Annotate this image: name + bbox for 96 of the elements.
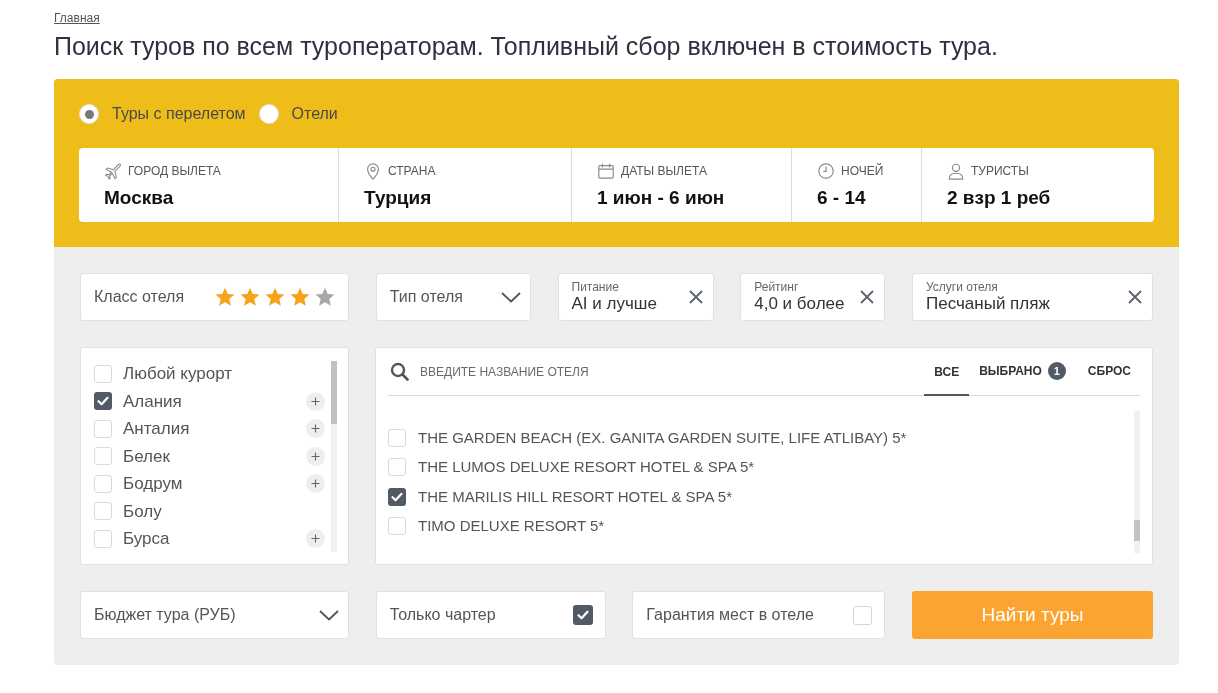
checkmark-icon bbox=[97, 396, 109, 407]
checkbox[interactable] bbox=[388, 517, 406, 536]
checkbox[interactable] bbox=[388, 487, 406, 506]
hotel-name[interactable]: TIMO DELUXE RESORT 5* bbox=[418, 515, 605, 538]
close-icon[interactable] bbox=[688, 290, 703, 304]
radio-button[interactable] bbox=[79, 104, 99, 124]
radio-label[interactable]: Туры с перелетом bbox=[112, 102, 246, 126]
resort-name[interactable]: Анталия bbox=[123, 416, 190, 442]
search-field[interactable]: ТУРИСТЫ 2 взр 1 реб bbox=[921, 148, 1154, 222]
plane-icon bbox=[104, 162, 122, 180]
radio-button[interactable] bbox=[258, 104, 279, 124]
star-icon[interactable] bbox=[239, 286, 261, 308]
star-rating[interactable] bbox=[214, 286, 336, 308]
field-label: СТРАНА bbox=[388, 163, 436, 179]
star-icon[interactable] bbox=[314, 286, 336, 308]
filter-label: Класс отеля bbox=[94, 287, 185, 307]
field-label: ДАТЫ ВЫЛЕТА bbox=[621, 163, 707, 179]
field-label: ГОРОД ВЫЛЕТА bbox=[128, 163, 221, 179]
chip-value: 4,0 и более bbox=[754, 294, 845, 314]
scrollbar[interactable] bbox=[1134, 411, 1140, 553]
checkbox[interactable] bbox=[388, 428, 406, 447]
filter-chip[interactable]: Питание AI и лучше bbox=[557, 273, 714, 321]
calendar-icon bbox=[597, 162, 615, 180]
field-label: ТУРИСТЫ bbox=[971, 163, 1029, 179]
tab[interactable]: ВЫБРАНО 1 bbox=[969, 348, 1076, 395]
budget-dropdown[interactable]: Бюджет тура (РУБ) bbox=[80, 591, 349, 639]
chip-label: Услуги отеля bbox=[926, 280, 998, 294]
radio-label[interactable]: Отели bbox=[291, 102, 338, 126]
checkmark-icon bbox=[391, 491, 403, 502]
chip-label: Рейтинг bbox=[754, 280, 799, 294]
plus-icon[interactable] bbox=[306, 419, 325, 439]
clock-icon bbox=[817, 162, 835, 180]
search-field[interactable]: ДАТЫ ВЫЛЕТА 1 июн - 6 июн bbox=[571, 148, 791, 222]
chip-value: AI и лучше bbox=[571, 294, 657, 314]
resort-name[interactable]: Алания bbox=[123, 388, 182, 414]
map-pin-icon bbox=[364, 162, 382, 180]
checkbox[interactable] bbox=[853, 605, 873, 625]
option-label[interactable]: Гарантия мест в отеле bbox=[646, 603, 814, 627]
filter-chip[interactable]: Услуги отеля Песчаный пляж bbox=[912, 273, 1153, 321]
hotel-name[interactable]: THE LUMOS DELUXE RESORT HOTEL & SPA 5* bbox=[418, 456, 755, 479]
search-field[interactable]: СТРАНА Турция bbox=[338, 148, 571, 222]
scrollbar-thumb[interactable] bbox=[1134, 520, 1140, 541]
search-icon[interactable] bbox=[390, 362, 409, 381]
field-value: 6 - 14 bbox=[817, 186, 866, 210]
star-icon[interactable] bbox=[289, 286, 311, 308]
resort-name[interactable]: Бурса bbox=[123, 526, 170, 552]
tab[interactable]: ВСЕ bbox=[924, 348, 970, 396]
checkbox[interactable] bbox=[388, 458, 406, 477]
page-title: Поиск туров по всем туроператорам. Топливный сбор включен в стоимость тура. bbox=[54, 31, 998, 61]
chip-label: Питание bbox=[571, 280, 619, 294]
star-icon[interactable] bbox=[214, 286, 236, 308]
chip-value: Песчаный пляж bbox=[926, 294, 1050, 314]
checkbox[interactable] bbox=[94, 502, 112, 521]
hotel-name[interactable]: THE GARDEN BEACH (EX. GANITA GARDEN SUITE, LIFE ATLIBAY) 5* bbox=[418, 426, 907, 449]
plus-icon[interactable] bbox=[306, 474, 325, 494]
hotel-class-filter[interactable]: Класс отеля bbox=[80, 273, 349, 321]
search-field[interactable]: ГОРОД ВЫЛЕТА Москва bbox=[79, 148, 338, 222]
hotel-name[interactable]: THE MARILIS HILL RESORT HOTEL & SPA 5* bbox=[418, 485, 732, 508]
field-label: НОЧЕЙ bbox=[841, 163, 884, 179]
checkbox[interactable] bbox=[94, 447, 112, 466]
option-box[interactable]: Только чартер bbox=[375, 591, 606, 639]
chevron-down-icon bbox=[500, 291, 521, 303]
field-value: Москва bbox=[104, 186, 174, 210]
resort-name[interactable]: Болу bbox=[123, 498, 162, 524]
close-icon[interactable] bbox=[860, 290, 875, 304]
resort-name[interactable]: Бодрум bbox=[123, 471, 183, 497]
hotel-type-dropdown[interactable]: Тип отеля bbox=[375, 273, 531, 321]
scrollbar[interactable] bbox=[331, 361, 337, 552]
field-value: 1 июн - 6 июн bbox=[597, 186, 725, 210]
filter-chip[interactable]: Рейтинг 4,0 и более bbox=[740, 273, 886, 321]
checkbox[interactable] bbox=[94, 364, 112, 383]
reset-link[interactable]: СБРОС bbox=[1075, 348, 1140, 395]
chevron-down-icon bbox=[319, 609, 339, 621]
breadcrumb-link[interactable]: Главная bbox=[54, 10, 100, 26]
close-icon[interactable] bbox=[1128, 290, 1142, 304]
person-icon bbox=[947, 162, 965, 180]
resort-name[interactable]: Белек bbox=[123, 443, 170, 469]
field-value: Турция bbox=[364, 186, 432, 210]
checkbox[interactable] bbox=[94, 474, 112, 493]
scrollbar-thumb[interactable] bbox=[331, 361, 337, 424]
plus-icon[interactable] bbox=[306, 529, 325, 549]
option-label[interactable]: Только чартер bbox=[389, 603, 496, 627]
star-icon[interactable] bbox=[264, 286, 286, 308]
plus-icon[interactable] bbox=[306, 391, 325, 411]
option-box[interactable]: Гарантия мест в отеле bbox=[632, 591, 886, 639]
count-badge: 1 bbox=[1047, 362, 1066, 380]
checkbox[interactable] bbox=[94, 392, 112, 411]
hotel-search-field[interactable]: ВВЕДИТЕ НАЗВАНИЕ ОТЕЛЯ bbox=[420, 356, 900, 387]
search-field[interactable]: НОЧЕЙ 6 - 14 bbox=[791, 148, 921, 222]
field-value: 2 взр 1 реб bbox=[947, 186, 1051, 210]
checkbox[interactable] bbox=[94, 419, 112, 438]
resort-name[interactable]: Любой курорт bbox=[123, 361, 233, 387]
checkbox[interactable] bbox=[572, 605, 593, 625]
plus-icon[interactable] bbox=[306, 446, 325, 466]
checkmark-icon bbox=[576, 610, 589, 620]
checkbox[interactable] bbox=[94, 529, 112, 548]
